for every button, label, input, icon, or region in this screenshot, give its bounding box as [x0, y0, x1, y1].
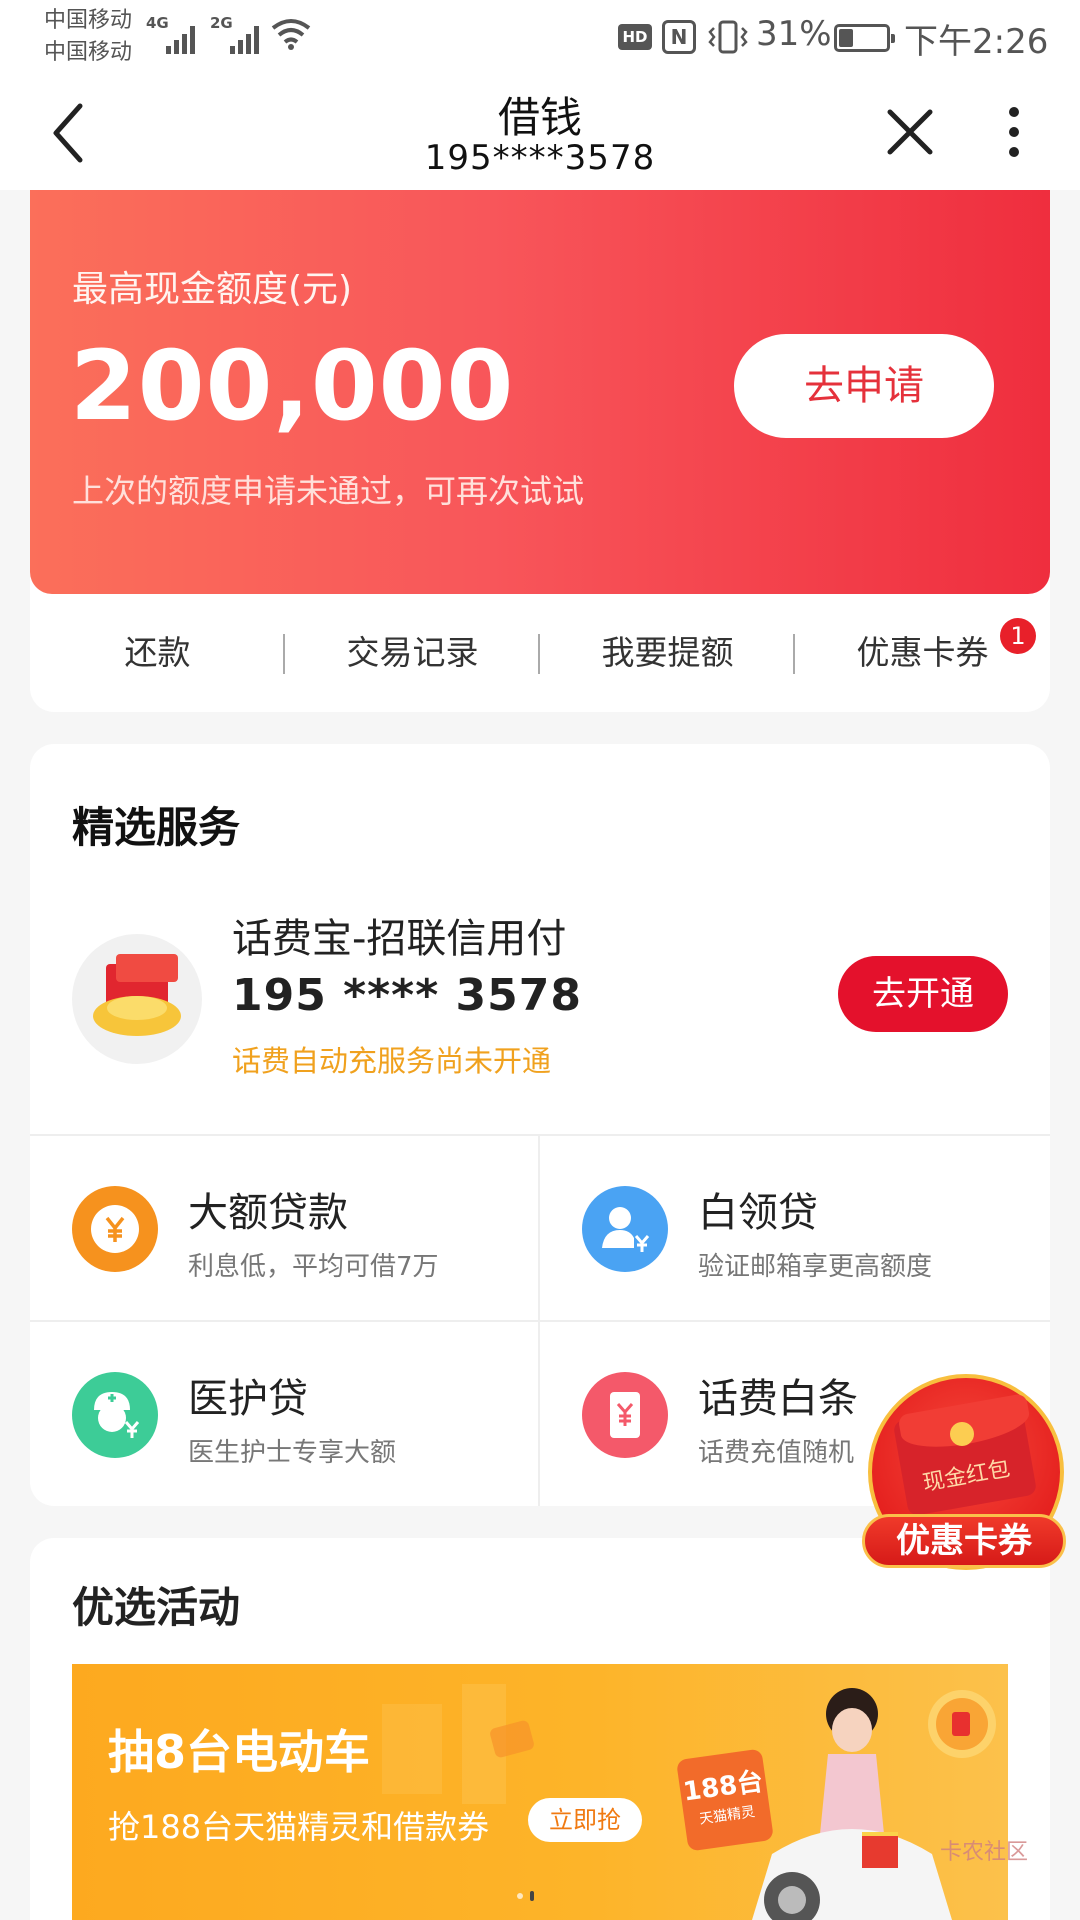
coupon-red-packet-float[interactable]: 现金红包 优惠卡券 [862, 1374, 1066, 1574]
section-title: 优选活动 [72, 1583, 241, 1632]
service-white-collar-loan[interactable]: 白领贷 验证邮箱享更高额度 [540, 1136, 1048, 1322]
coupon-count-badge: 1 [1000, 618, 1036, 654]
service-medical-loan[interactable]: 医护贷 医生护士专享大额 [30, 1322, 538, 1508]
service-name: 大额贷款 [188, 1190, 348, 1236]
nav-bar: 借钱 195****3578 [0, 78, 1080, 190]
service-desc: 医生护士专享大额 [188, 1438, 397, 1468]
service-phone: 195 **** 3578 [232, 970, 582, 1021]
service-large-loan[interactable]: 大额贷款 利息低，平均可借7万 [30, 1136, 538, 1322]
banner-decoration [382, 1684, 996, 1920]
clock: 下午2:26 [904, 22, 1049, 62]
credit-limit-card: 最高现金额度(元) 200,000 上次的额度申请未通过，可再次试试 去申请 [30, 190, 1050, 594]
apply-button[interactable]: 去申请 [734, 334, 994, 438]
activities-card: 优选活动 抽8台电动车 抢188台天猫精灵和借款券 立即抢 188台 天猫精灵 [30, 1538, 1050, 1920]
limit-amount: 200,000 [70, 330, 515, 442]
section-title: 精选服务 [72, 803, 241, 852]
carrier-name: 中国移动 [44, 8, 133, 33]
wifi-icon [271, 19, 311, 50]
service-name: 话费白条 [698, 1376, 858, 1422]
gold-ingot-icon [72, 934, 202, 1064]
promo-banner[interactable]: 抽8台电动车 抢188台天猫精灵和借款券 立即抢 188台 天猫精灵 [72, 1664, 1008, 1920]
limit-note: 上次的额度申请未通过，可再次试试 [72, 472, 585, 510]
yuan-coin-icon [72, 1186, 158, 1272]
service-name: 医护贷 [188, 1376, 308, 1422]
service-desc: 话费充值随机 [698, 1438, 855, 1468]
banner-subtitle: 抢188台天猫精灵和借款券 [108, 1808, 490, 1846]
close-icon[interactable] [880, 102, 940, 162]
nurse-icon [72, 1372, 158, 1458]
service-status-note: 话费自动充服务尚未开通 [232, 1044, 552, 1078]
status-bar: 中国移动 中国移动 4G 2G HD N 31% 下午2:26 [0, 0, 1080, 78]
carousel-indicator [517, 1891, 534, 1901]
quick-actions: 还款 交易记录 我要提额 优惠卡券 1 [30, 594, 1050, 712]
phone-bill-icon [582, 1372, 668, 1458]
grab-now-button[interactable]: 立即抢 [528, 1798, 642, 1842]
nfc-icon: N [662, 20, 696, 54]
limit-label: 最高现金额度(元) [72, 269, 353, 310]
service-name: 话费宝-招联信用付 [232, 916, 567, 962]
battery-percent: 31% [756, 14, 832, 54]
banner-headline: 抽8台电动车 [108, 1725, 371, 1779]
watermark-logo: 卡农社区 [940, 1840, 1029, 1865]
activate-button[interactable]: 去开通 [838, 956, 1008, 1032]
more-icon[interactable] [1002, 102, 1026, 162]
service-name: 白领贷 [698, 1190, 818, 1236]
vibrate-icon [708, 20, 748, 54]
service-desc: 利息低，平均可借7万 [188, 1252, 439, 1282]
prize-tag: 188台 天猫精灵 [676, 1748, 774, 1852]
transaction-records-button[interactable]: 交易记录 [285, 594, 540, 712]
battery-icon [834, 24, 895, 52]
raise-limit-button[interactable]: 我要提额 [540, 594, 795, 712]
service-desc: 验证邮箱享更高额度 [698, 1252, 933, 1282]
repay-button[interactable]: 还款 [30, 594, 285, 712]
person-yuan-icon [582, 1186, 668, 1272]
hd-icon: HD [618, 24, 652, 50]
float-label: 优惠卡券 [862, 1514, 1066, 1568]
carrier-name: 中国移动 [44, 40, 133, 65]
